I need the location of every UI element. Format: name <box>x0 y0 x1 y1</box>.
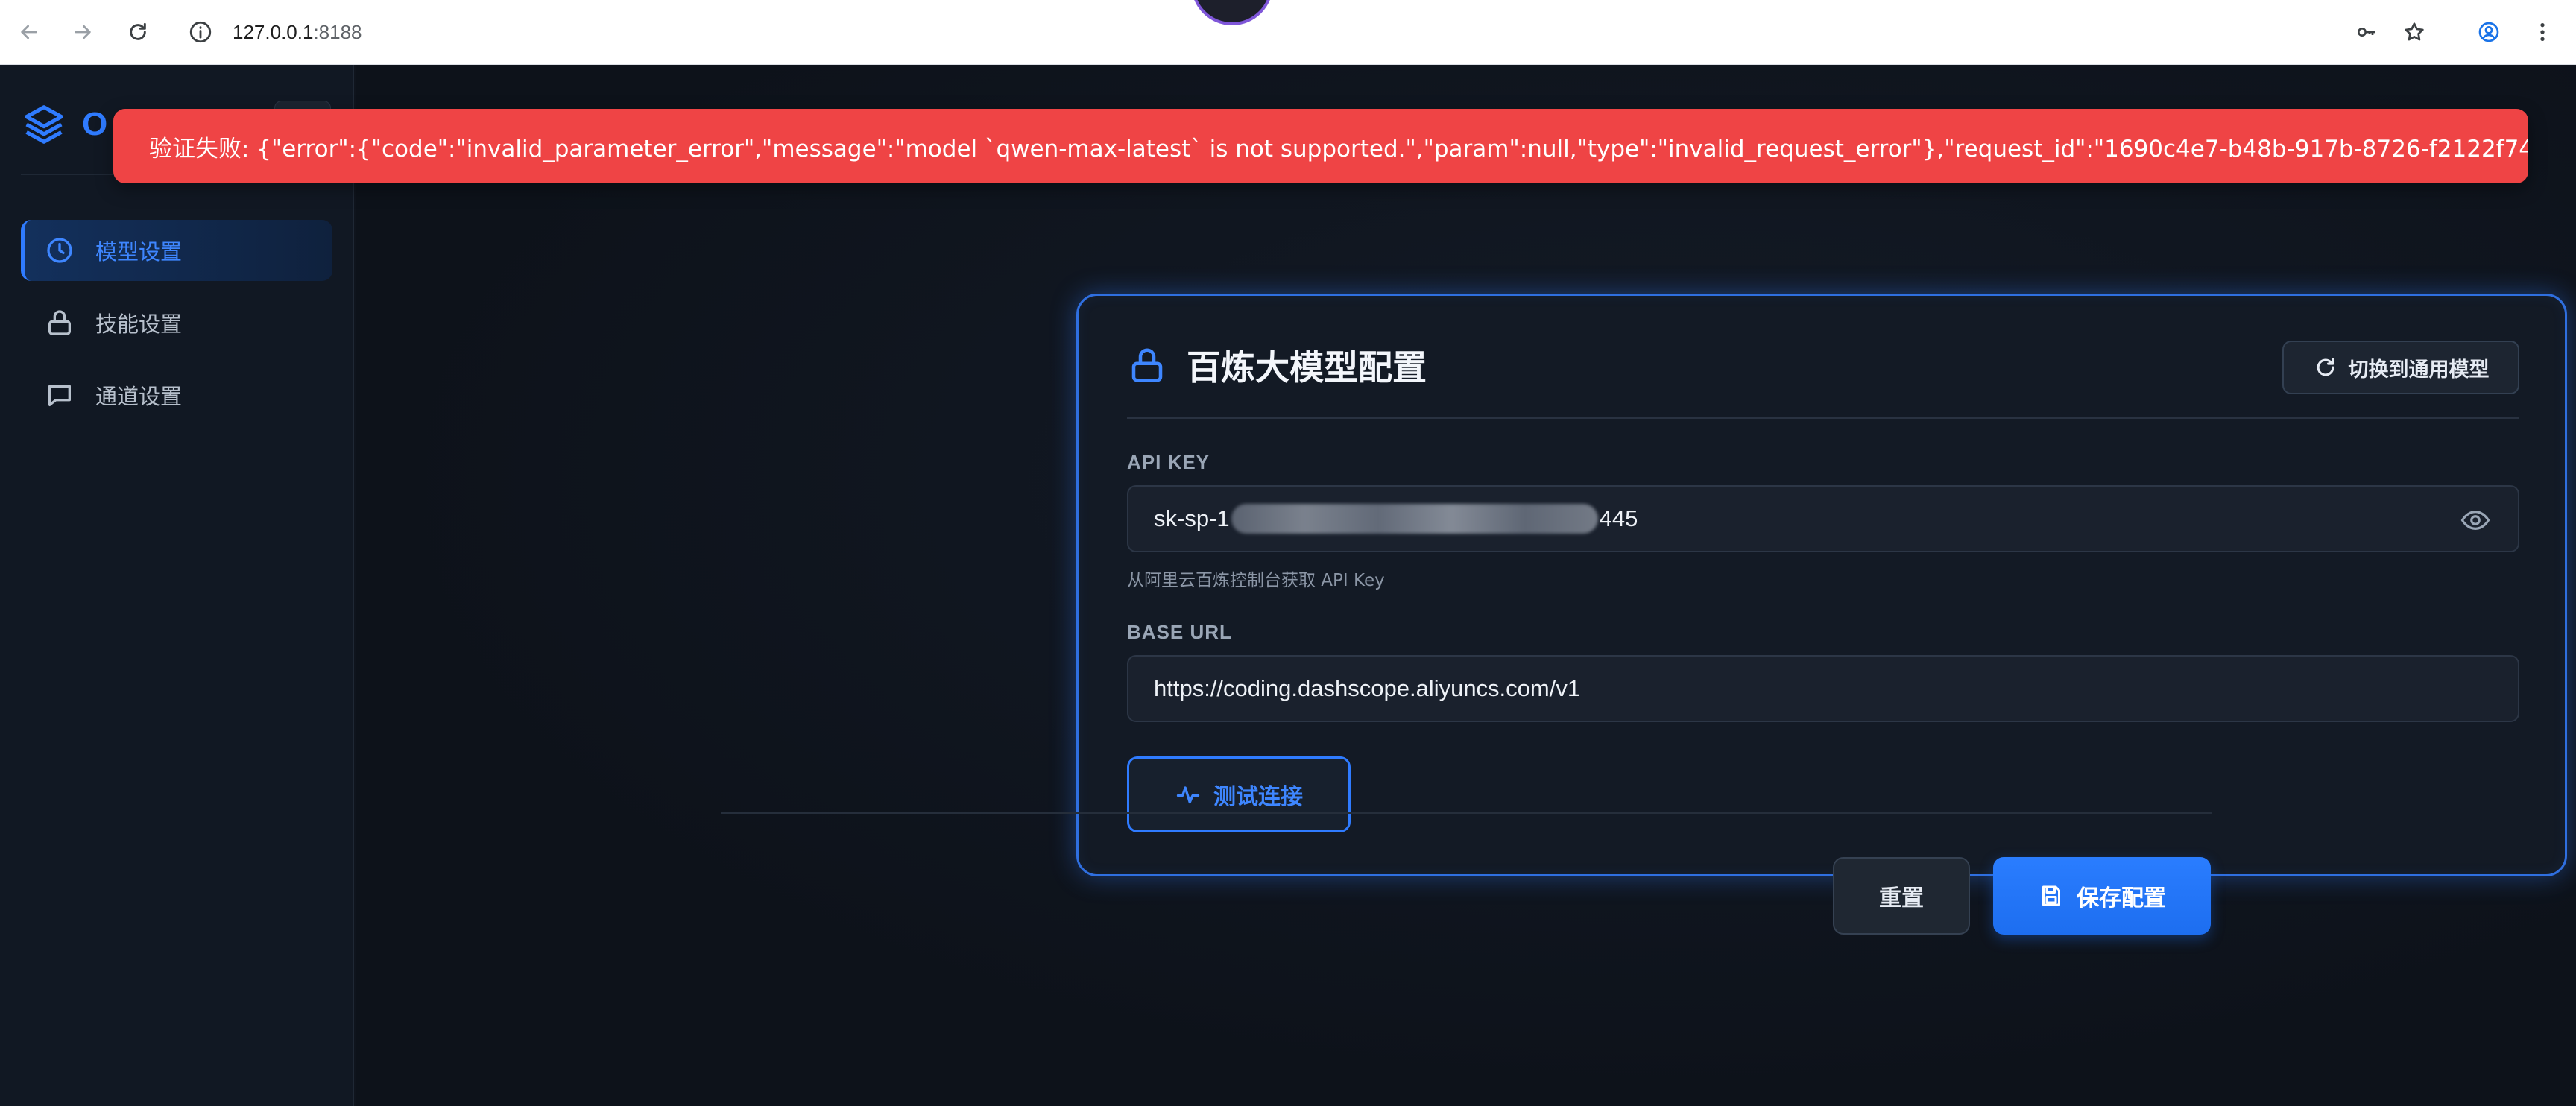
sidebar-item-label: 通道设置 <box>95 384 183 409</box>
refresh-icon <box>2317 358 2334 376</box>
eye-icon <box>2460 511 2490 530</box>
forward-button[interactable] <box>64 13 101 51</box>
password-key-button[interactable] <box>2348 13 2385 51</box>
api-key-prefix: sk-sp-1 <box>1154 505 1230 531</box>
star-icon <box>2405 22 2424 41</box>
actions-divider <box>721 812 2212 814</box>
api-key-suffix: 445 <box>1599 505 1638 531</box>
reload-button[interactable] <box>119 13 157 51</box>
profile-button[interactable] <box>2470 13 2507 51</box>
url-host: 127.0.0.1 <box>233 20 314 43</box>
card-header: 百炼大模型配置 切换到通用模型 <box>1127 296 2519 419</box>
key-icon <box>2358 28 2375 37</box>
api-key-input[interactable]: sk-sp-1 445 <box>1127 485 2519 552</box>
url-text: 127.0.0.1:8188 <box>233 21 362 44</box>
bookmark-button[interactable] <box>2396 13 2433 51</box>
account-icon <box>2478 22 2499 42</box>
sidebar-item-skill-settings[interactable]: 技能设置 <box>21 292 332 353</box>
api-key-hint: 从阿里云百炼控制台获取 API Key <box>1127 571 1385 590</box>
card-title: 百炼大模型配置 <box>1187 347 1427 388</box>
url-port: :8188 <box>313 20 362 43</box>
error-toast: 验证失败: {"error":{"code":"invalid_paramete… <box>113 109 2528 183</box>
browser-toolbar: 127.0.0.1:8188 <box>0 0 2576 65</box>
reset-button[interactable]: 重置 <box>1833 857 1970 935</box>
sidebar-item-label: 模型设置 <box>95 239 183 265</box>
address-bar[interactable]: 127.0.0.1:8188 <box>173 9 2446 55</box>
save-button-label: 保存配置 <box>2077 885 2166 911</box>
save-icon <box>2042 885 2060 906</box>
arrow-right-icon <box>75 25 91 40</box>
back-button[interactable] <box>10 13 48 51</box>
base-url-label: BASE URL <box>1127 621 1232 643</box>
reload-icon <box>130 22 146 40</box>
save-config-button[interactable]: 保存配置 <box>1993 857 2211 935</box>
model-config-card: 百炼大模型配置 切换到通用模型 API KEY sk-sp-1 445 从阿里云百… <box>1076 294 2567 876</box>
more-vert-icon <box>2540 23 2545 41</box>
toggle-visibility-button[interactable] <box>2458 503 2493 537</box>
sidebar: O 模型设置 技能设置 通道设置 <box>0 65 354 1106</box>
activity-icon <box>1176 786 1200 804</box>
browser-menu-button[interactable] <box>2524 13 2561 51</box>
sidebar-item-model-settings[interactable]: 模型设置 <box>21 220 332 281</box>
sidebar-item-label: 技能设置 <box>95 312 183 337</box>
base-url-input[interactable]: https://coding.dashscope.aliyuncs.com/v1 <box>1127 655 2519 722</box>
message-icon <box>48 385 72 406</box>
api-key-label: API KEY <box>1127 451 1210 473</box>
test-connection-button[interactable]: 测试连接 <box>1127 756 1351 832</box>
app-logo[interactable]: O <box>21 95 107 154</box>
clock-icon <box>47 238 72 263</box>
main-content: 百炼大模型配置 切换到通用模型 API KEY sk-sp-1 445 从阿里云百… <box>356 65 2576 1106</box>
test-connection-label: 测试连接 <box>1213 784 1303 810</box>
sidebar-item-channel-settings[interactable]: 通道设置 <box>21 364 332 426</box>
switch-button-label: 切换到通用模型 <box>2348 358 2490 382</box>
arrow-left-icon <box>21 25 37 40</box>
layers-icon <box>25 105 63 144</box>
logo-text: O <box>82 106 108 142</box>
info-icon[interactable] <box>188 19 213 45</box>
lock-icon <box>1131 348 1163 382</box>
lock-icon <box>48 310 71 335</box>
api-key-masked <box>1231 504 1598 534</box>
switch-to-generic-model-button[interactable]: 切换到通用模型 <box>2282 341 2519 394</box>
card-title-group: 百炼大模型配置 <box>1127 341 1427 390</box>
